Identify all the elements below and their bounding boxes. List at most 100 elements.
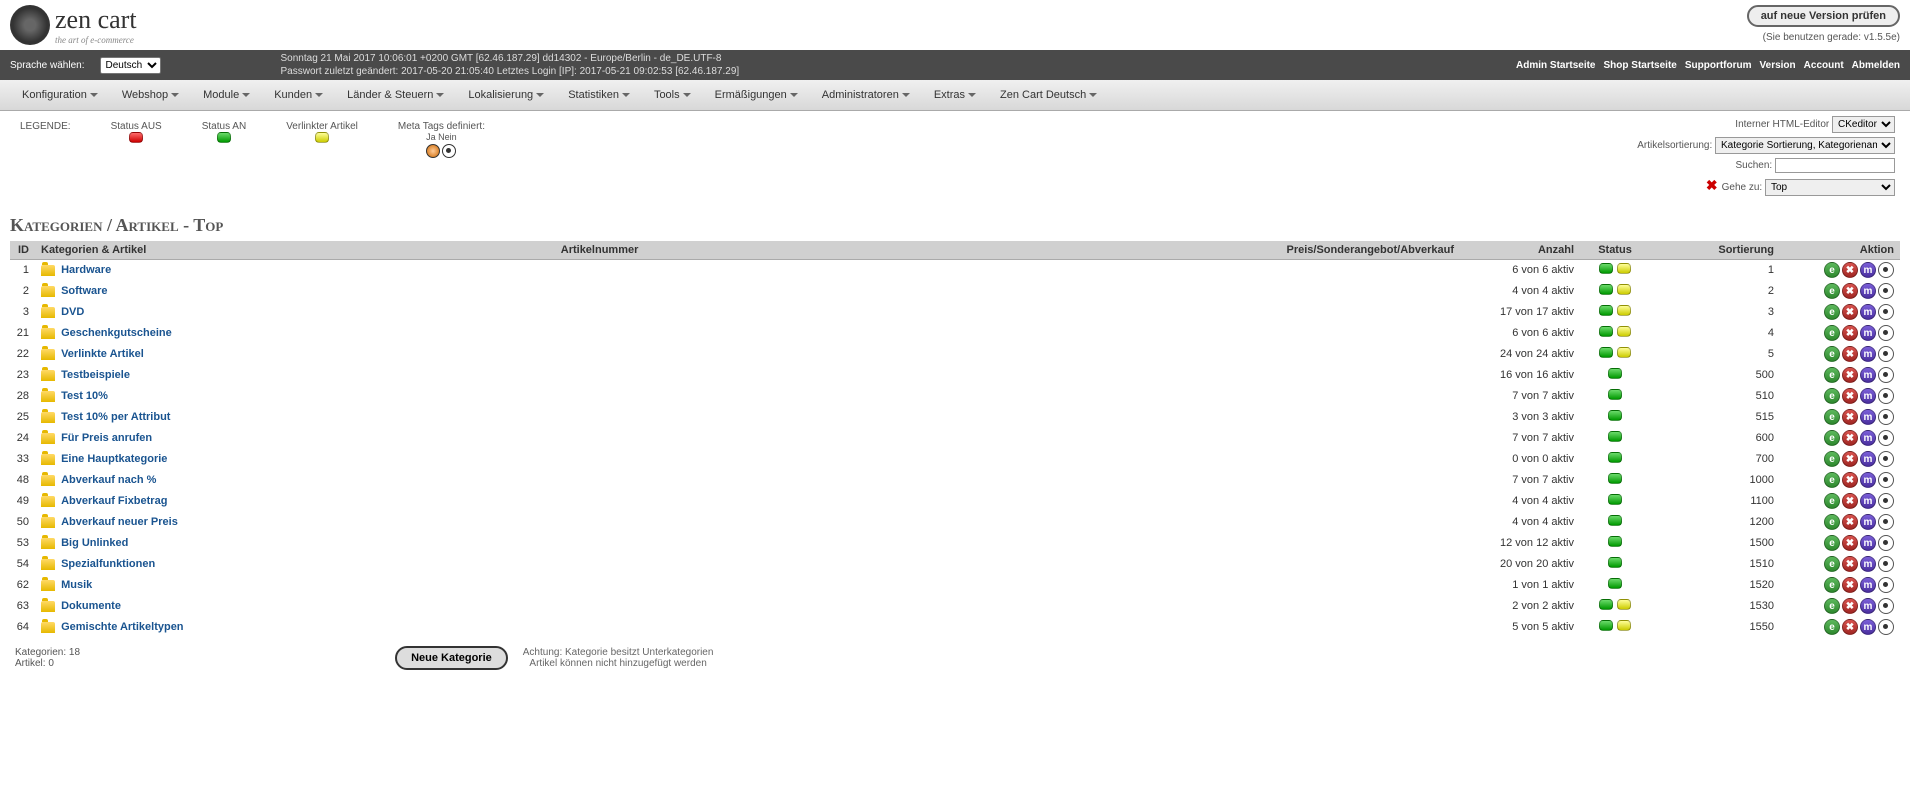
edit-icon[interactable]: e [1824,514,1840,530]
category-link[interactable]: Hardware [61,264,111,276]
category-link[interactable]: Abverkauf Fixbetrag [61,495,167,507]
reset-icon[interactable]: ✖ [1706,177,1718,193]
category-link[interactable]: Gemischte Artikeltypen [61,621,183,633]
delete-icon[interactable]: ✖ [1842,493,1858,509]
category-link[interactable]: Abverkauf neuer Preis [61,516,178,528]
status-on-icon[interactable] [1599,305,1613,316]
goto-select[interactable]: Top [1765,179,1895,196]
edit-icon[interactable]: e [1824,598,1840,614]
edit-icon[interactable]: e [1824,619,1840,635]
menu-item[interactable]: Administratoren [810,85,922,105]
table-row[interactable]: 1 Hardware6 von 6 aktiv 1e✖m [10,260,1900,281]
delete-icon[interactable]: ✖ [1842,556,1858,572]
status-on-icon[interactable] [1599,599,1613,610]
move-icon[interactable]: m [1860,577,1876,593]
table-row[interactable]: 25 Test 10% per Attribut3 von 3 aktiv 51… [10,407,1900,428]
delete-icon[interactable]: ✖ [1842,346,1858,362]
move-icon[interactable]: m [1860,430,1876,446]
search-input[interactable] [1775,158,1895,173]
delete-icon[interactable]: ✖ [1842,325,1858,341]
status-on-icon[interactable] [1599,326,1613,337]
move-icon[interactable]: m [1860,325,1876,341]
move-icon[interactable]: m [1860,535,1876,551]
menu-item[interactable]: Zen Cart Deutsch [988,85,1109,105]
move-icon[interactable]: m [1860,619,1876,635]
delete-icon[interactable]: ✖ [1842,514,1858,530]
edit-icon[interactable]: e [1824,388,1840,404]
edit-icon[interactable]: e [1824,367,1840,383]
status-on-icon[interactable] [1599,620,1613,631]
status-on-icon[interactable] [1608,368,1622,379]
table-row[interactable]: 24 Für Preis anrufen7 von 7 aktiv 600e✖m [10,428,1900,449]
move-icon[interactable]: m [1860,451,1876,467]
meta-icon[interactable] [1878,367,1894,383]
move-icon[interactable]: m [1860,262,1876,278]
nav-link[interactable]: Supportforum [1685,60,1752,71]
check-version-button[interactable]: auf neue Version prüfen [1747,5,1900,27]
meta-icon[interactable] [1878,598,1894,614]
delete-icon[interactable]: ✖ [1842,388,1858,404]
delete-icon[interactable]: ✖ [1842,472,1858,488]
meta-icon[interactable] [1878,514,1894,530]
table-row[interactable]: 33 Eine Hauptkategorie0 von 0 aktiv 700e… [10,449,1900,470]
delete-icon[interactable]: ✖ [1842,598,1858,614]
category-link[interactable]: Abverkauf nach % [61,474,156,486]
edit-icon[interactable]: e [1824,535,1840,551]
delete-icon[interactable]: ✖ [1842,367,1858,383]
table-row[interactable]: 28 Test 10%7 von 7 aktiv 510e✖m [10,386,1900,407]
table-row[interactable]: 2 Software4 von 4 aktiv 2e✖m [10,281,1900,302]
meta-icon[interactable] [1878,346,1894,362]
category-link[interactable]: Test 10% [61,390,108,402]
category-link[interactable]: Musik [61,579,92,591]
category-link[interactable]: Software [61,285,107,297]
meta-icon[interactable] [1878,409,1894,425]
category-link[interactable]: Testbeispiele [61,369,130,381]
move-icon[interactable]: m [1860,409,1876,425]
edit-icon[interactable]: e [1824,556,1840,572]
table-row[interactable]: 21 Geschenkgutscheine6 von 6 aktiv 4e✖m [10,323,1900,344]
status-on-icon[interactable] [1608,452,1622,463]
category-link[interactable]: Eine Hauptkategorie [61,453,167,465]
delete-icon[interactable]: ✖ [1842,619,1858,635]
edit-icon[interactable]: e [1824,283,1840,299]
move-icon[interactable]: m [1860,556,1876,572]
status-on-icon[interactable] [1608,494,1622,505]
edit-icon[interactable]: e [1824,304,1840,320]
status-on-icon[interactable] [1599,263,1613,274]
move-icon[interactable]: m [1860,493,1876,509]
status-on-icon[interactable] [1608,536,1622,547]
status-on-icon[interactable] [1608,473,1622,484]
meta-icon[interactable] [1878,451,1894,467]
new-category-button[interactable]: Neue Kategorie [395,646,508,670]
meta-icon[interactable] [1878,325,1894,341]
status-on-icon[interactable] [1599,284,1613,295]
edit-icon[interactable]: e [1824,346,1840,362]
language-select[interactable]: Deutsch [100,57,161,74]
status-on-icon[interactable] [1608,515,1622,526]
delete-icon[interactable]: ✖ [1842,262,1858,278]
category-link[interactable]: Geschenkgutscheine [61,327,172,339]
table-row[interactable]: 63 Dokumente2 von 2 aktiv 1530e✖m [10,596,1900,617]
status-on-icon[interactable] [1608,578,1622,589]
delete-icon[interactable]: ✖ [1842,577,1858,593]
edit-icon[interactable]: e [1824,472,1840,488]
category-link[interactable]: Test 10% per Attribut [61,411,170,423]
table-row[interactable]: 3 DVD17 von 17 aktiv 3e✖m [10,302,1900,323]
table-row[interactable]: 22 Verlinkte Artikel24 von 24 aktiv 5e✖m [10,344,1900,365]
move-icon[interactable]: m [1860,598,1876,614]
menu-item[interactable]: Module [191,85,262,105]
meta-icon[interactable] [1878,430,1894,446]
move-icon[interactable]: m [1860,283,1876,299]
move-icon[interactable]: m [1860,367,1876,383]
delete-icon[interactable]: ✖ [1842,451,1858,467]
table-row[interactable]: 64 Gemischte Artikeltypen5 von 5 aktiv 1… [10,617,1900,638]
edit-icon[interactable]: e [1824,451,1840,467]
category-link[interactable]: Spezialfunktionen [61,558,155,570]
meta-icon[interactable] [1878,577,1894,593]
category-link[interactable]: Verlinkte Artikel [61,348,144,360]
table-row[interactable]: 62 Musik1 von 1 aktiv 1520e✖m [10,575,1900,596]
edit-icon[interactable]: e [1824,262,1840,278]
table-row[interactable]: 54 Spezialfunktionen20 von 20 aktiv 1510… [10,554,1900,575]
edit-icon[interactable]: e [1824,430,1840,446]
meta-icon[interactable] [1878,535,1894,551]
